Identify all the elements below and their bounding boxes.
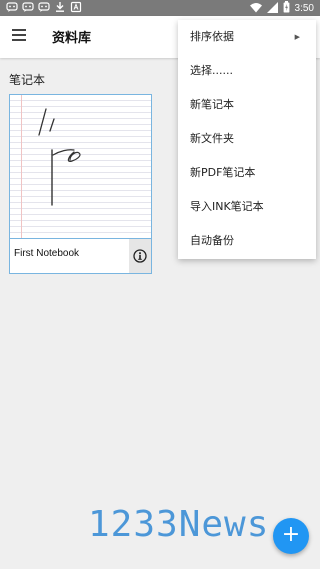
menu-item-label: 自动备份: [190, 234, 234, 247]
wifi-icon: [249, 2, 262, 16]
section-title: 笔记本: [9, 73, 46, 87]
overflow-dropdown-menu: 排序依据 ▶ 选择...... 新笔记本 新文件夹 新PDF笔记本 导入INK笔…: [178, 20, 316, 259]
download-icon: [54, 1, 66, 13]
status-bar: 3:50: [0, 0, 320, 16]
submenu-arrow-icon: ▶: [294, 33, 300, 41]
menu-item-label: 选择......: [190, 64, 233, 77]
menu-item-select[interactable]: 选择......: [178, 54, 316, 88]
add-fab-button[interactable]: +: [273, 518, 309, 554]
signal-icon: [266, 1, 278, 16]
menu-item-new-folder[interactable]: 新文件夹: [178, 122, 316, 156]
menu-item-new-pdf-notebook[interactable]: 新PDF笔记本: [178, 156, 316, 190]
menu-item-label: 排序依据: [190, 30, 234, 43]
chat-app-icon: [22, 1, 34, 13]
plus-icon: +: [281, 522, 301, 547]
notebook-name: First Notebook: [14, 248, 80, 259]
menu-item-new-notebook[interactable]: 新笔记本: [178, 88, 316, 122]
chat-app-icon: [6, 1, 18, 13]
watermark-text: 1233News: [88, 504, 270, 545]
notebook-card[interactable]: First Notebook: [9, 94, 152, 274]
status-time: 3:50: [294, 3, 314, 14]
menu-item-import-ink-notebook[interactable]: 导入INK笔记本: [178, 190, 316, 224]
battery-icon: [283, 1, 290, 16]
a-app-icon: [70, 1, 82, 13]
menu-item-label: 新文件夹: [190, 132, 234, 145]
status-notification-icons: [6, 1, 82, 13]
handwriting-sketch: [38, 108, 81, 206]
chat-app-icon: [38, 1, 50, 13]
notebook-info-button[interactable]: [129, 239, 151, 273]
menu-item-auto-backup[interactable]: 自动备份: [178, 224, 316, 258]
menu-item-label: 新PDF笔记本: [190, 166, 256, 179]
page-title: 资料库: [52, 31, 92, 46]
hamburger-menu-icon[interactable]: [12, 29, 28, 43]
notebook-preview[interactable]: [10, 95, 151, 238]
menu-item-label: 新笔记本: [190, 98, 234, 111]
menu-item-sort-by[interactable]: 排序依据 ▶: [178, 20, 316, 54]
menu-item-label: 导入INK笔记本: [190, 200, 264, 213]
info-icon: [133, 249, 147, 263]
notebook-footer: First Notebook: [10, 238, 151, 273]
status-system-icons: 3:50: [249, 1, 314, 16]
